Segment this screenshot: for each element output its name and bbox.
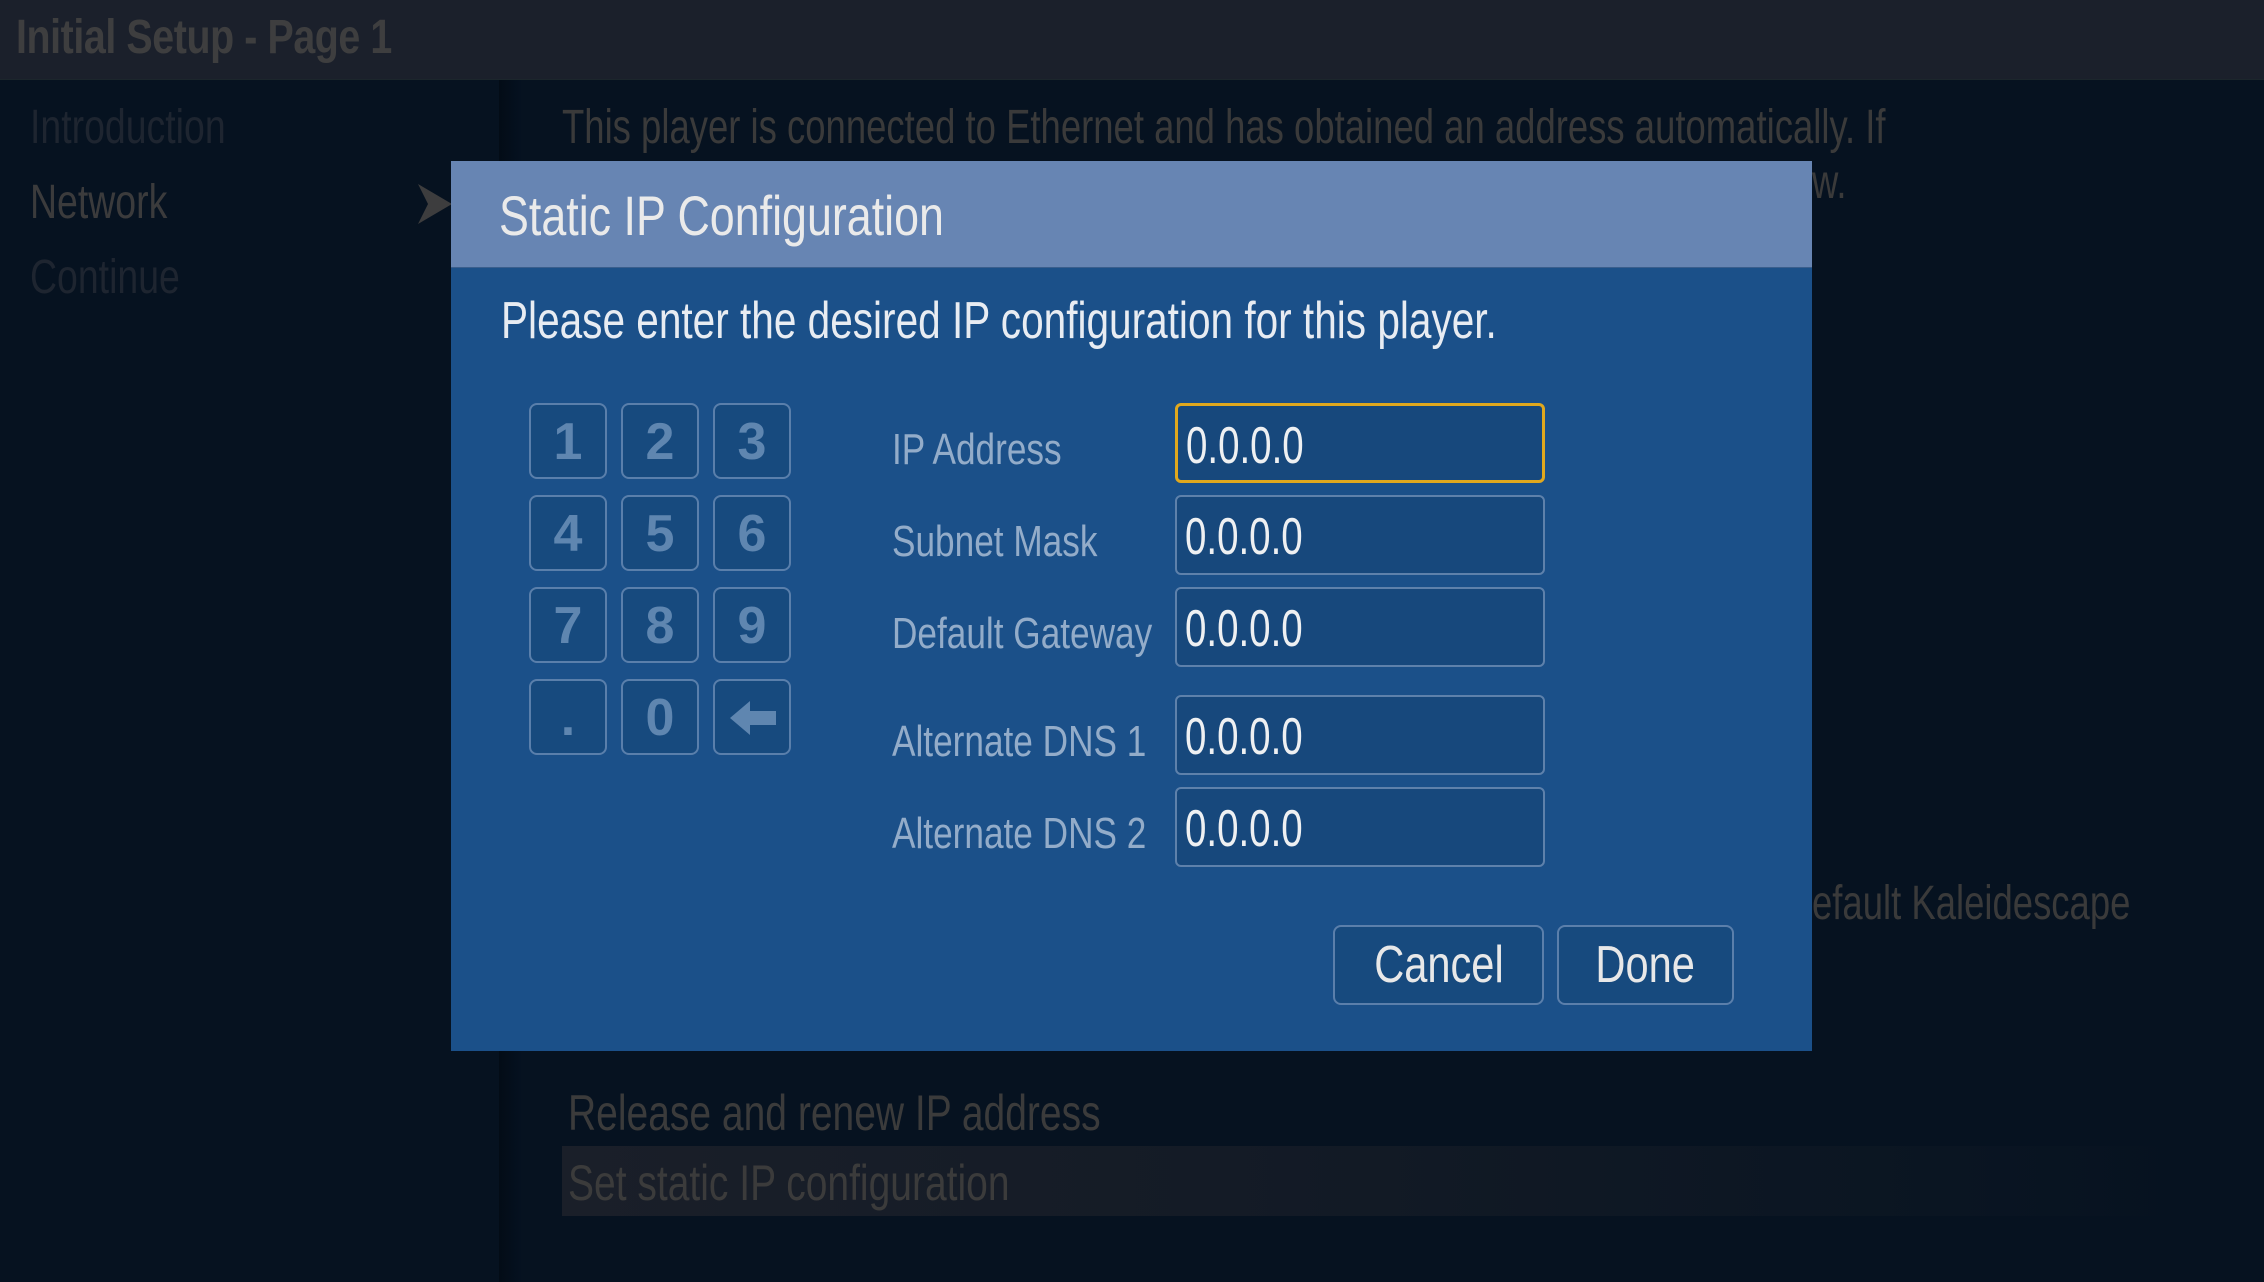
ip-address-value: 0.0.0.0 — [1186, 417, 1304, 475]
key-6[interactable]: 6 — [713, 495, 791, 571]
subnet-mask-value: 0.0.0.0 — [1185, 508, 1303, 566]
key-1[interactable]: 1 — [529, 403, 607, 479]
alternate-dns-1-label: Alternate DNS 1 — [892, 717, 1147, 766]
list-item-set-static-ip[interactable]: Set static IP configuration — [562, 1146, 2192, 1216]
subnet-mask-label: Subnet Mask — [892, 517, 1098, 566]
network-description: This player is connected to Ethernet and… — [562, 101, 1886, 154]
default-gateway-label: Default Gateway — [892, 609, 1153, 658]
sidebar-item-introduction[interactable]: Introduction — [30, 100, 226, 155]
key-3[interactable]: 3 — [713, 403, 791, 479]
subnet-mask-field[interactable]: 0.0.0.0 — [1175, 495, 1545, 575]
list-item-release-renew[interactable]: Release and renew IP address — [562, 1076, 2192, 1146]
alternate-dns-2-label: Alternate DNS 2 — [892, 809, 1147, 858]
backspace-arrow-icon — [730, 701, 776, 735]
done-button-label: Done — [1595, 936, 1696, 994]
ip-address-label: IP Address — [892, 425, 1062, 474]
key-0[interactable]: 0 — [621, 679, 699, 755]
page-title: Initial Setup - Page 1 — [16, 11, 392, 64]
partial-option-text: efault Kaleidescape — [1812, 877, 2131, 930]
alternate-dns-1-value: 0.0.0.0 — [1185, 708, 1303, 766]
key-9[interactable]: 9 — [713, 587, 791, 663]
ip-address-field[interactable]: 0.0.0.0 — [1175, 403, 1545, 483]
key-4[interactable]: 4 — [529, 495, 607, 571]
dialog-title: Static IP Configuration — [499, 184, 944, 247]
key-8[interactable]: 8 — [621, 587, 699, 663]
done-button[interactable]: Done — [1557, 925, 1734, 1005]
dialog-prompt: Please enter the desired IP configuratio… — [501, 292, 1497, 350]
default-gateway-field[interactable]: 0.0.0.0 — [1175, 587, 1545, 667]
default-gateway-value: 0.0.0.0 — [1185, 600, 1303, 658]
sidebar-item-continue[interactable]: Continue — [30, 250, 180, 305]
list-item-label: Release and renew IP address — [568, 1085, 1101, 1141]
key-dot[interactable]: . — [529, 679, 607, 755]
arrow-right-icon — [418, 184, 452, 224]
dialog-header: Static IP Configuration — [451, 161, 1812, 268]
alternate-dns-1-field[interactable]: 0.0.0.0 — [1175, 695, 1545, 775]
network-description-end: w. — [1812, 156, 1847, 209]
cancel-button-label: Cancel — [1373, 936, 1504, 994]
key-7[interactable]: 7 — [529, 587, 607, 663]
key-backspace[interactable] — [713, 679, 791, 755]
alternate-dns-2-value: 0.0.0.0 — [1185, 800, 1303, 858]
list-item-label: Set static IP configuration — [568, 1155, 1010, 1211]
key-5[interactable]: 5 — [621, 495, 699, 571]
cancel-button[interactable]: Cancel — [1333, 925, 1544, 1005]
key-2[interactable]: 2 — [621, 403, 699, 479]
alternate-dns-2-field[interactable]: 0.0.0.0 — [1175, 787, 1545, 867]
sidebar-item-network[interactable]: Network — [30, 175, 167, 230]
title-bar: Initial Setup - Page 1 — [0, 0, 2264, 80]
static-ip-dialog: Static IP Configuration Please enter the… — [451, 161, 1812, 1051]
